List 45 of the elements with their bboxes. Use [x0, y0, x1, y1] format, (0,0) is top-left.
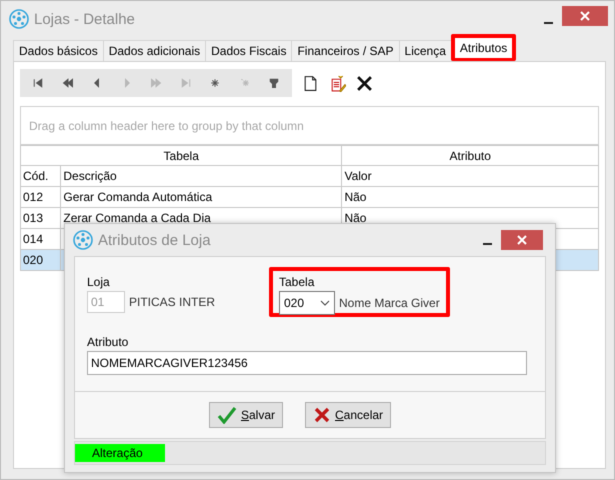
double-left-arrow-icon[interactable]	[62, 77, 74, 89]
tab[interactable]: Dados básicos	[13, 40, 104, 61]
window-title: Lojas - Detalhe	[34, 10, 135, 28]
delete-icon[interactable]	[356, 74, 373, 92]
chevron-down-icon	[320, 300, 330, 306]
close-button[interactable]	[562, 6, 608, 26]
tab[interactable]: Licença	[398, 40, 452, 61]
status-indicator: Alteração	[75, 444, 165, 462]
column-header[interactable]: Descrição	[61, 166, 342, 187]
cross-icon	[313, 406, 331, 424]
close-button[interactable]	[501, 230, 543, 250]
save-button[interactable]: Salvar	[208, 402, 283, 428]
table-cell[interactable]: Não	[342, 187, 599, 208]
group-by-hint: Drag a column header here to group by that column	[29, 118, 304, 132]
close-icon	[517, 235, 527, 245]
column-band-header[interactable]: Atributo	[342, 145, 599, 166]
asterisk-icon[interactable]	[209, 77, 221, 89]
field-label: Atributo	[87, 335, 130, 349]
edit-document-icon[interactable]	[329, 74, 346, 92]
network-icon	[9, 9, 29, 29]
tab[interactable]: Dados adicionais	[102, 40, 206, 61]
field-label: Loja	[87, 275, 111, 289]
column-header[interactable]: Cód.	[21, 166, 62, 187]
table-cell[interactable]: 012	[21, 187, 62, 208]
new-document-icon[interactable]	[302, 74, 319, 92]
cancel-button[interactable]: Cancelar	[305, 402, 392, 428]
dialog-title: Atributos de Loja	[98, 232, 211, 248]
table-dropdown[interactable]: 020	[279, 291, 335, 315]
network-icon	[73, 230, 93, 250]
tab[interactable]: Atributos	[450, 34, 516, 61]
attribute-field[interactable]: NOMEMARCAGIVER123456	[87, 351, 527, 375]
check-icon	[216, 406, 237, 424]
close-icon	[580, 11, 590, 21]
store-name: PITICAS INTER	[129, 295, 216, 309]
column-band-header[interactable]: Tabela	[21, 145, 342, 166]
field-label: Tabela	[279, 275, 316, 289]
table-description: Nome Marca Giver	[339, 296, 440, 310]
table-cell[interactable]: 020	[21, 250, 62, 271]
table-cell[interactable]: 013	[21, 208, 62, 229]
funnel-icon[interactable]	[268, 77, 280, 89]
skip-to-start-icon[interactable]	[32, 77, 44, 89]
tab[interactable]: Dados Fiscais	[205, 40, 292, 61]
table-cell[interactable]: Gerar Comanda Automática	[61, 187, 342, 208]
tab[interactable]: Financeiros / SAP	[291, 40, 400, 61]
column-header[interactable]: Valor	[342, 166, 599, 187]
